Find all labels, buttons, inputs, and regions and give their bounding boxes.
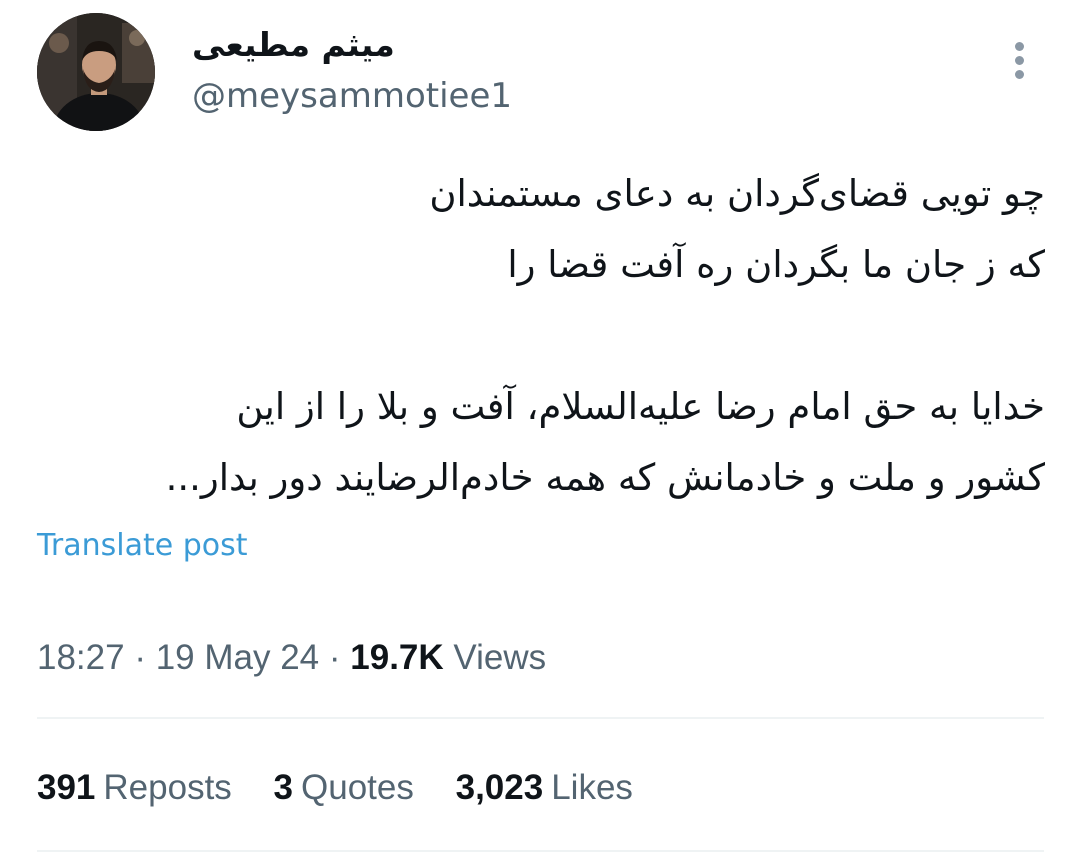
quotes-stat[interactable]: 3 Quotes — [274, 763, 414, 813]
engagement-stats: 391 Reposts 3 Quotes 3,023 Likes — [37, 763, 665, 813]
post-meta: 18:27 · 19 May 24 · 19.7K Views — [37, 633, 546, 683]
more-vertical-icon[interactable] — [1006, 38, 1034, 84]
post-date[interactable]: 19 May 24 — [156, 638, 319, 677]
post-line-blank — [40, 300, 1045, 371]
quotes-count: 3 — [273, 768, 294, 807]
translate-post-link[interactable]: Translate post — [37, 524, 248, 568]
meta-separator: · — [328, 638, 341, 677]
reposts-count: 391 — [37, 768, 96, 807]
meta-separator: · — [134, 638, 146, 677]
divider — [37, 717, 1044, 719]
reposts-stat[interactable]: 391 Reposts — [37, 763, 232, 813]
author-display-name[interactable]: میثم مطیعی — [192, 20, 492, 70]
post-line: کشور و ملت و خادمانش که همه خادم‌الرضاین… — [165, 456, 1045, 499]
likes-stat[interactable]: 3,023 Likes — [456, 763, 633, 813]
post-line: که ز جان ما بگردان ره آفت قضا را — [507, 243, 1045, 286]
post-line: خدایا به حق امام رضا علیه‌السلام، آفت و … — [236, 385, 1045, 428]
avatar-photo — [37, 13, 155, 131]
reposts-label: Reposts — [103, 768, 232, 807]
views-label: Views — [453, 638, 547, 677]
author-handle[interactable]: @meysammotiee1 — [192, 72, 512, 120]
avatar[interactable] — [37, 13, 155, 131]
post-time[interactable]: 18:27 — [37, 638, 125, 677]
post-text: چو تویی قضای‌گردان به دعای مستمندان که ز… — [40, 158, 1045, 513]
views-count: 19.7K — [350, 638, 444, 677]
likes-label: Likes — [551, 768, 633, 807]
post-line: چو تویی قضای‌گردان به دعای مستمندان — [429, 172, 1045, 215]
quotes-label: Quotes — [301, 768, 414, 807]
likes-count: 3,023 — [455, 768, 544, 807]
divider — [37, 850, 1044, 852]
